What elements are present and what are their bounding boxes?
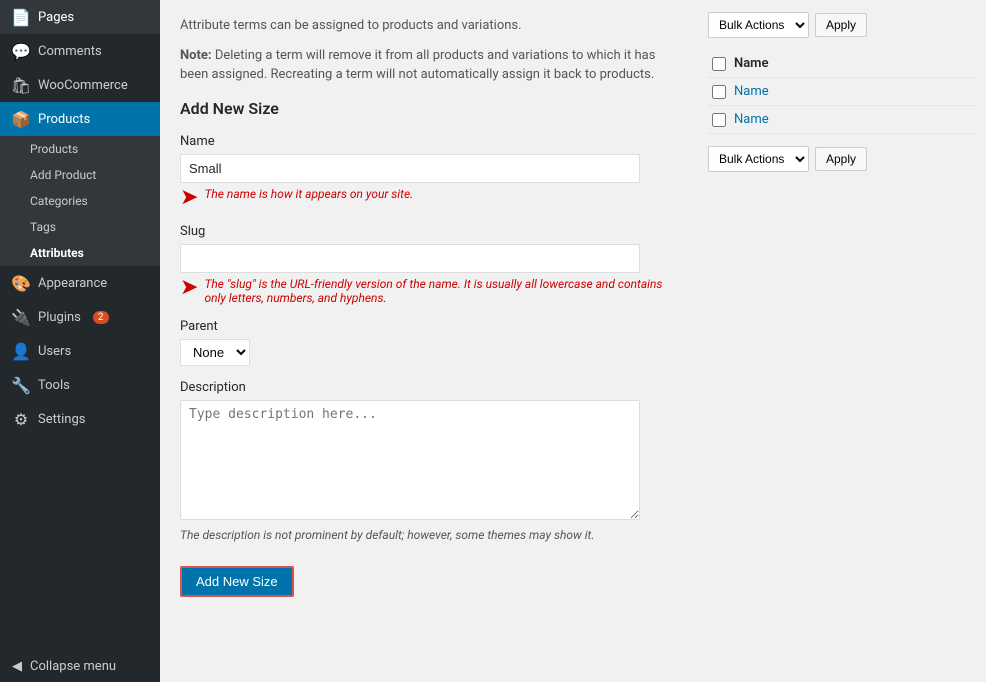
sidebar-item-plugins[interactable]: 🔌 Plugins 2 [0, 300, 160, 334]
info-text: Attribute terms can be assigned to produ… [180, 16, 676, 36]
sidebar-item-label: Users [38, 344, 71, 359]
comments-icon: 💬 [12, 42, 30, 60]
collapse-arrow-icon: ◀ [12, 659, 22, 674]
plugins-badge: 2 [93, 311, 109, 324]
sidebar-item-comments[interactable]: 💬 Comments [0, 34, 160, 68]
sidebar-item-appearance[interactable]: 🎨 Appearance [0, 266, 160, 300]
description-hint: The description is not prominent by defa… [180, 528, 676, 542]
name-hint: The name is how it appears on your site. [204, 187, 413, 201]
tools-icon: 🔧 [12, 376, 30, 394]
column-header-row: Name [708, 50, 974, 78]
sidebar-item-label: Comments [38, 44, 102, 59]
name-label: Name [180, 134, 676, 149]
main-content: Attribute terms can be assigned to produ… [160, 0, 986, 682]
description-field-group: Description The description is not promi… [180, 380, 676, 542]
users-icon: 👤 [12, 342, 30, 360]
sidebar-item-settings[interactable]: ⚙ Settings [0, 402, 160, 436]
note-text: Note: Deleting a term will remove it fro… [180, 46, 676, 85]
slug-label: Slug [180, 224, 676, 239]
products-icon: 📦 [12, 110, 30, 128]
form-title: Add New Size [180, 99, 676, 118]
form-panel: Attribute terms can be assigned to produ… [160, 0, 696, 682]
bulk-apply-top-button[interactable]: Apply [815, 13, 867, 37]
name-column-header: Name [734, 56, 768, 71]
collapse-menu[interactable]: ◀ Collapse menu [0, 651, 160, 682]
select-all-checkbox[interactable] [712, 57, 726, 71]
row-2-checkbox[interactable] [712, 113, 726, 127]
sidebar-item-label: Products [38, 112, 90, 127]
sidebar: 📄 Pages 💬 Comments 🛍 WooCommerce 📦 Produ… [0, 0, 160, 682]
submenu-item-attributes[interactable]: Attributes [0, 240, 160, 266]
sidebar-item-label: Plugins [38, 310, 81, 325]
row-1-name[interactable]: Name [734, 84, 769, 99]
appearance-icon: 🎨 [12, 274, 30, 292]
table-row: Name [708, 106, 974, 134]
collapse-label: Collapse menu [30, 659, 116, 674]
submenu-item-categories[interactable]: Categories [0, 188, 160, 214]
sidebar-item-tools[interactable]: 🔧 Tools [0, 368, 160, 402]
sidebar-item-pages[interactable]: 📄 Pages [0, 0, 160, 34]
plugins-icon: 🔌 [12, 308, 30, 326]
name-input[interactable] [180, 154, 640, 183]
right-panel: Bulk Actions Apply Name Name Name Bulk A… [696, 0, 986, 682]
bulk-apply-bottom-button[interactable]: Apply [815, 147, 867, 171]
sidebar-item-woocommerce[interactable]: 🛍 WooCommerce [0, 68, 160, 102]
pages-icon: 📄 [12, 8, 30, 26]
submenu-item-add-product[interactable]: Add Product [0, 162, 160, 188]
name-arrow-icon: ➤ [180, 185, 198, 210]
name-field-group: Name ➤ The name is how it appears on you… [180, 134, 676, 210]
bulk-actions-bottom-row: Bulk Actions Apply [708, 146, 974, 172]
bulk-actions-top-row: Bulk Actions Apply [708, 12, 974, 38]
submenu-item-products[interactable]: Products [0, 136, 160, 162]
woocommerce-icon: 🛍 [12, 76, 30, 94]
slug-field-group: Slug ➤ The "slug" is the URL-friendly ve… [180, 224, 676, 305]
sidebar-item-products[interactable]: 📦 Products [0, 102, 160, 136]
sidebar-item-label: Pages [38, 10, 74, 25]
sidebar-item-label: Settings [38, 412, 85, 427]
slug-hint: The "slug" is the URL-friendly version o… [204, 277, 676, 305]
row-2-name[interactable]: Name [734, 112, 769, 127]
bulk-actions-top-select[interactable]: Bulk Actions [708, 12, 809, 38]
slug-input[interactable] [180, 244, 640, 273]
sidebar-item-label: WooCommerce [38, 78, 128, 93]
bulk-actions-bottom-select[interactable]: Bulk Actions [708, 146, 809, 172]
row-1-checkbox[interactable] [712, 85, 726, 99]
parent-field-group: Parent None [180, 319, 676, 366]
submenu-item-tags[interactable]: Tags [0, 214, 160, 240]
sidebar-item-label: Appearance [38, 276, 107, 291]
slug-arrow-icon: ➤ [180, 275, 198, 300]
settings-icon: ⚙ [12, 410, 30, 428]
add-new-size-button[interactable]: Add New Size [180, 566, 294, 597]
description-label: Description [180, 380, 676, 395]
products-submenu: Products Add Product Categories Tags Att… [0, 136, 160, 266]
sidebar-item-label: Tools [38, 378, 70, 393]
sidebar-item-users[interactable]: 👤 Users [0, 334, 160, 368]
slug-hint-row: ➤ The "slug" is the URL-friendly version… [180, 273, 676, 305]
name-hint-row: ➤ The name is how it appears on your sit… [180, 183, 676, 210]
description-textarea[interactable] [180, 400, 640, 520]
table-row: Name [708, 78, 974, 106]
parent-select[interactable]: None [180, 339, 250, 366]
parent-label: Parent [180, 319, 676, 334]
